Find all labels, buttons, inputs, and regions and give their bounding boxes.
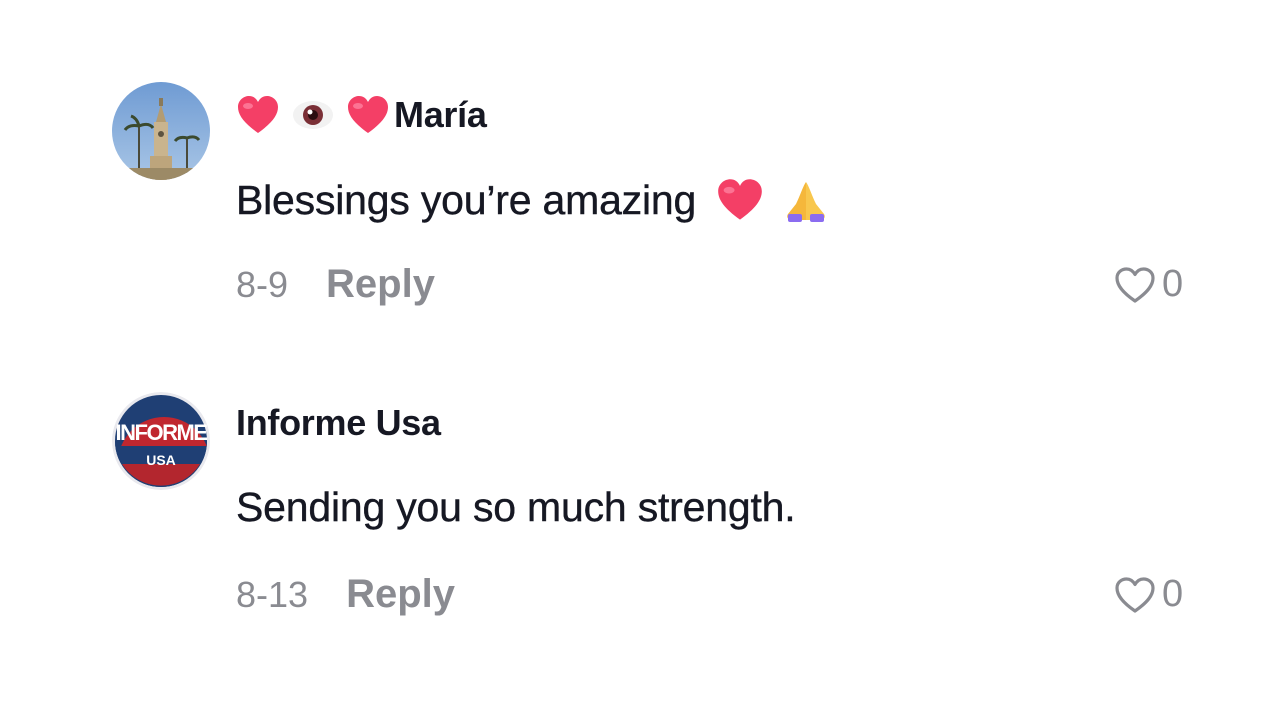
comment-meta: 8-13 Reply bbox=[236, 572, 455, 617]
comment-text-content: Sending you so much strength. bbox=[236, 483, 796, 530]
comment-username[interactable]: Informe Usa bbox=[236, 401, 441, 445]
username-text: Informe Usa bbox=[236, 402, 441, 443]
reply-button[interactable]: Reply bbox=[346, 572, 455, 617]
comment-date: 8-13 bbox=[236, 574, 309, 615]
avatar-image: INFORME USA bbox=[112, 392, 210, 490]
comment-text: Sending you so much strength. bbox=[236, 479, 796, 535]
like-button[interactable]: 0 bbox=[1114, 573, 1183, 616]
svg-text:INFORME: INFORME bbox=[116, 420, 208, 445]
comment-item: INFORME USA Informe Usa Sending you so m… bbox=[0, 0, 1280, 720]
heart-outline-icon bbox=[1114, 576, 1156, 614]
like-count: 0 bbox=[1162, 573, 1184, 615]
avatar[interactable]: INFORME USA bbox=[112, 392, 210, 490]
svg-text:USA: USA bbox=[146, 452, 176, 468]
